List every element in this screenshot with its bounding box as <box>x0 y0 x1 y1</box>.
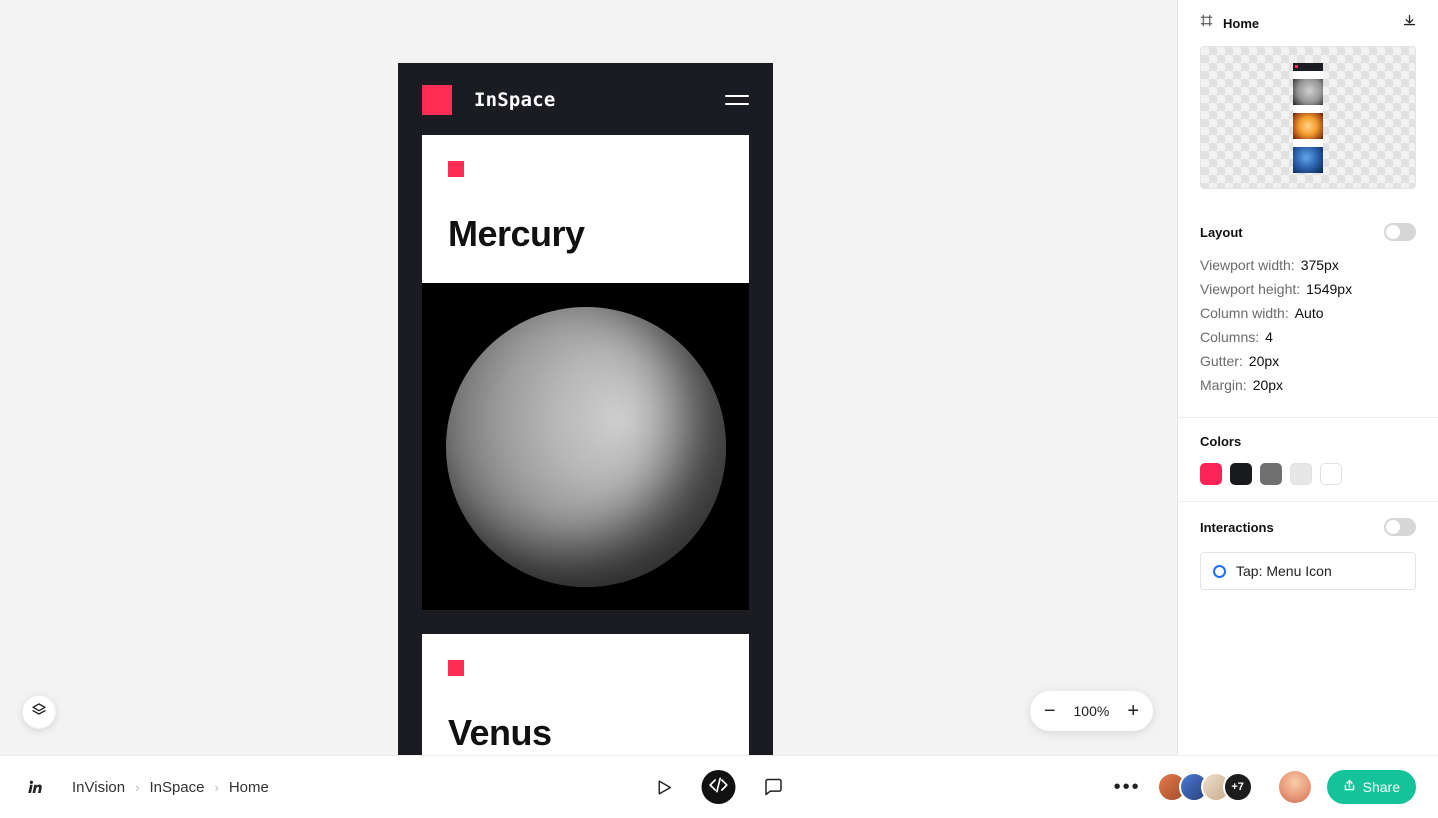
planet-card-venus[interactable]: Venus <box>422 634 749 755</box>
interactions-section: Interactions Tap: Menu Icon <box>1178 502 1438 755</box>
value-viewport-width: 375px <box>1301 257 1339 273</box>
chevron-right-icon: › <box>214 780 218 795</box>
more-menu-button[interactable]: ••• <box>1114 776 1141 799</box>
share-icon <box>1343 779 1356 795</box>
brand-mark <box>422 85 452 115</box>
interactions-section-title: Interactions <box>1200 520 1274 535</box>
card-list: Mercury Venus <box>398 135 773 755</box>
brand: InSpace <box>422 85 555 115</box>
layers-icon <box>31 702 47 723</box>
artboard-thumbnail[interactable] <box>1200 46 1416 189</box>
label-columns: Columns: <box>1200 329 1259 345</box>
color-swatch[interactable] <box>1230 463 1252 485</box>
breadcrumb-item[interactable]: InSpace <box>149 779 204 796</box>
frame-icon <box>1200 14 1213 32</box>
color-swatch[interactable] <box>1200 463 1222 485</box>
share-button[interactable]: Share <box>1327 770 1416 804</box>
play-button[interactable] <box>655 778 674 797</box>
interactions-toggle[interactable] <box>1384 518 1416 536</box>
interaction-label: Tap: Menu Icon <box>1236 563 1332 579</box>
value-column-width: Auto <box>1295 305 1324 321</box>
planet-mercury-sphere <box>446 307 726 587</box>
value-columns: 4 <box>1265 329 1273 345</box>
artboard-frame[interactable]: InSpace Mercury Venus <box>398 63 773 755</box>
app-header: InSpace <box>398 63 773 135</box>
card-image-mercury <box>422 283 749 610</box>
avatar-overflow-count: +7 <box>1231 781 1244 793</box>
color-swatches <box>1200 463 1416 485</box>
color-swatch[interactable] <box>1290 463 1312 485</box>
label-viewport-width: Viewport width: <box>1200 257 1295 273</box>
card-title: Mercury <box>448 213 723 255</box>
breadcrumbs: InVision › InSpace › Home <box>72 779 269 796</box>
download-button[interactable] <box>1403 14 1416 32</box>
center-controls <box>655 770 784 804</box>
label-viewport-height: Viewport height: <box>1200 281 1300 297</box>
chevron-right-icon: › <box>135 780 139 795</box>
comments-button[interactable] <box>764 777 784 797</box>
collaborator-avatars[interactable]: +7 <box>1157 772 1253 802</box>
breadcrumb-item[interactable]: InVision <box>72 779 125 796</box>
bottom-bar: InVision › InSpace › Home ••• +7 <box>0 755 1438 818</box>
label-margin: Margin: <box>1200 377 1247 393</box>
zoom-control: − 100% + <box>1030 691 1153 731</box>
color-swatch[interactable] <box>1320 463 1342 485</box>
interaction-type-icon <box>1213 565 1226 578</box>
colors-section-title: Colors <box>1200 434 1241 449</box>
interaction-item[interactable]: Tap: Menu Icon <box>1200 552 1416 590</box>
label-column-width: Column width: <box>1200 305 1289 321</box>
card-accent-dot <box>448 161 464 177</box>
layout-section: Layout Viewport width: 375px Viewport hei… <box>1178 207 1438 418</box>
layout-section-title: Layout <box>1200 225 1243 240</box>
hamburger-menu-icon[interactable] <box>725 95 749 105</box>
planet-card-mercury[interactable]: Mercury <box>422 135 749 610</box>
card-head: Venus <box>422 634 749 755</box>
color-swatch[interactable] <box>1260 463 1282 485</box>
inspector-panel: Home Layout Viewport width: 375px Viewpor… <box>1177 0 1438 755</box>
brand-name: InSpace <box>474 89 555 111</box>
layout-toggle[interactable] <box>1384 223 1416 241</box>
zoom-in-button[interactable]: + <box>1127 701 1139 721</box>
colors-section: Colors <box>1178 418 1438 502</box>
zoom-level-label: 100% <box>1074 703 1110 719</box>
label-gutter: Gutter: <box>1200 353 1243 369</box>
card-head: Mercury <box>422 135 749 283</box>
value-margin: 20px <box>1253 377 1283 393</box>
card-title: Venus <box>448 712 723 754</box>
right-controls: ••• +7 Share <box>1114 770 1416 804</box>
frame-name: Home <box>1223 16 1259 31</box>
card-accent-dot <box>448 660 464 676</box>
breadcrumb-item[interactable]: Home <box>229 779 269 796</box>
share-button-label: Share <box>1363 779 1400 795</box>
inspect-code-button[interactable] <box>702 770 736 804</box>
zoom-out-button[interactable]: − <box>1044 701 1056 721</box>
invision-logo-icon[interactable] <box>22 774 48 800</box>
avatar-overflow[interactable]: +7 <box>1223 772 1253 802</box>
my-avatar[interactable] <box>1279 771 1311 803</box>
value-viewport-height: 1549px <box>1306 281 1352 297</box>
value-gutter: 20px <box>1249 353 1279 369</box>
code-icon <box>709 775 729 800</box>
canvas-area[interactable]: InSpace Mercury Venus <box>0 0 1177 755</box>
layers-button[interactable] <box>22 695 56 729</box>
inspector-header: Home <box>1178 0 1438 42</box>
